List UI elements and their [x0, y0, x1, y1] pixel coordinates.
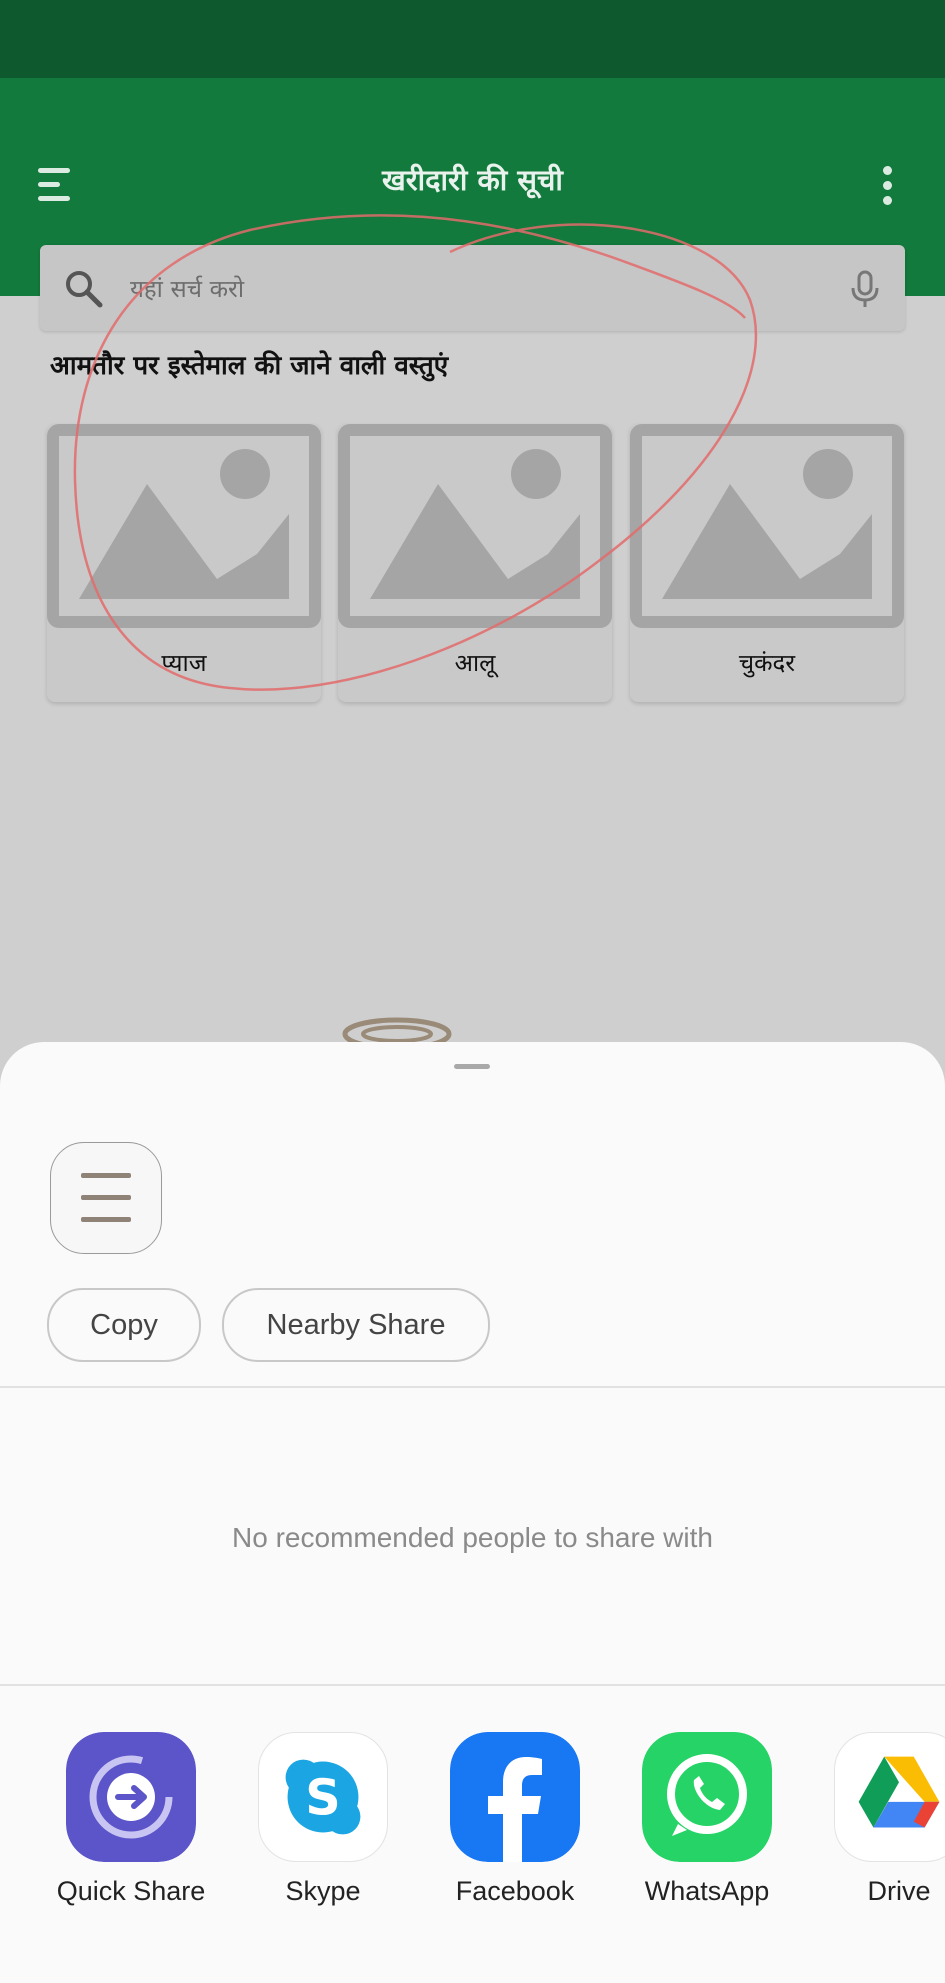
- image-placeholder-icon: [47, 424, 321, 628]
- divider: [0, 1684, 945, 1686]
- app-label-drive: Drive: [867, 1876, 931, 1906]
- more-vert-icon[interactable]: [868, 160, 908, 210]
- item-label-beetroot: चुकंदर: [738, 649, 796, 677]
- image-placeholder-icon: [630, 424, 904, 628]
- skype-icon: S: [258, 1732, 388, 1862]
- app-label-skype: Skype: [285, 1876, 361, 1906]
- item-card-onion[interactable]: प्याज: [47, 424, 321, 702]
- item-label-onion: प्याज: [161, 649, 207, 677]
- app-title: खरीदारी की सूची: [382, 163, 563, 197]
- item-card-beetroot[interactable]: चुकंदर: [630, 424, 904, 702]
- image-placeholder-icon: [338, 424, 612, 628]
- app-label-quick-share: Quick Share: [56, 1876, 206, 1906]
- common-items-heading: आमतौर पर इस्तेमाल की जाने वाली वस्तुएं: [50, 351, 449, 381]
- no-recommended-people-text: No recommended people to share with: [232, 1522, 713, 1553]
- quick-share-icon: [66, 1732, 196, 1862]
- app-label-facebook: Facebook: [455, 1876, 575, 1906]
- drag-handle[interactable]: [454, 1064, 490, 1069]
- search-bar[interactable]: [40, 245, 905, 331]
- mic-icon[interactable]: [848, 269, 882, 309]
- copy-button[interactable]: Copy: [47, 1288, 201, 1362]
- svg-text:S: S: [305, 1769, 340, 1827]
- search-input[interactable]: [128, 263, 792, 315]
- whatsapp-icon: [642, 1732, 772, 1862]
- divider: [0, 1386, 945, 1388]
- share-sheet: Copy Nearby Share No recommended people …: [0, 1042, 945, 1983]
- facebook-icon: [450, 1732, 580, 1862]
- nearby-share-button[interactable]: Nearby Share: [222, 1288, 490, 1362]
- google-drive-icon: [834, 1732, 945, 1862]
- search-icon: [66, 271, 103, 308]
- item-card-potato[interactable]: आलू: [338, 424, 612, 702]
- status-bar: [0, 0, 945, 78]
- share-preview-thumbnail: [50, 1142, 162, 1254]
- app-label-whatsapp: WhatsApp: [644, 1876, 770, 1906]
- item-label-potato: आलू: [454, 649, 496, 677]
